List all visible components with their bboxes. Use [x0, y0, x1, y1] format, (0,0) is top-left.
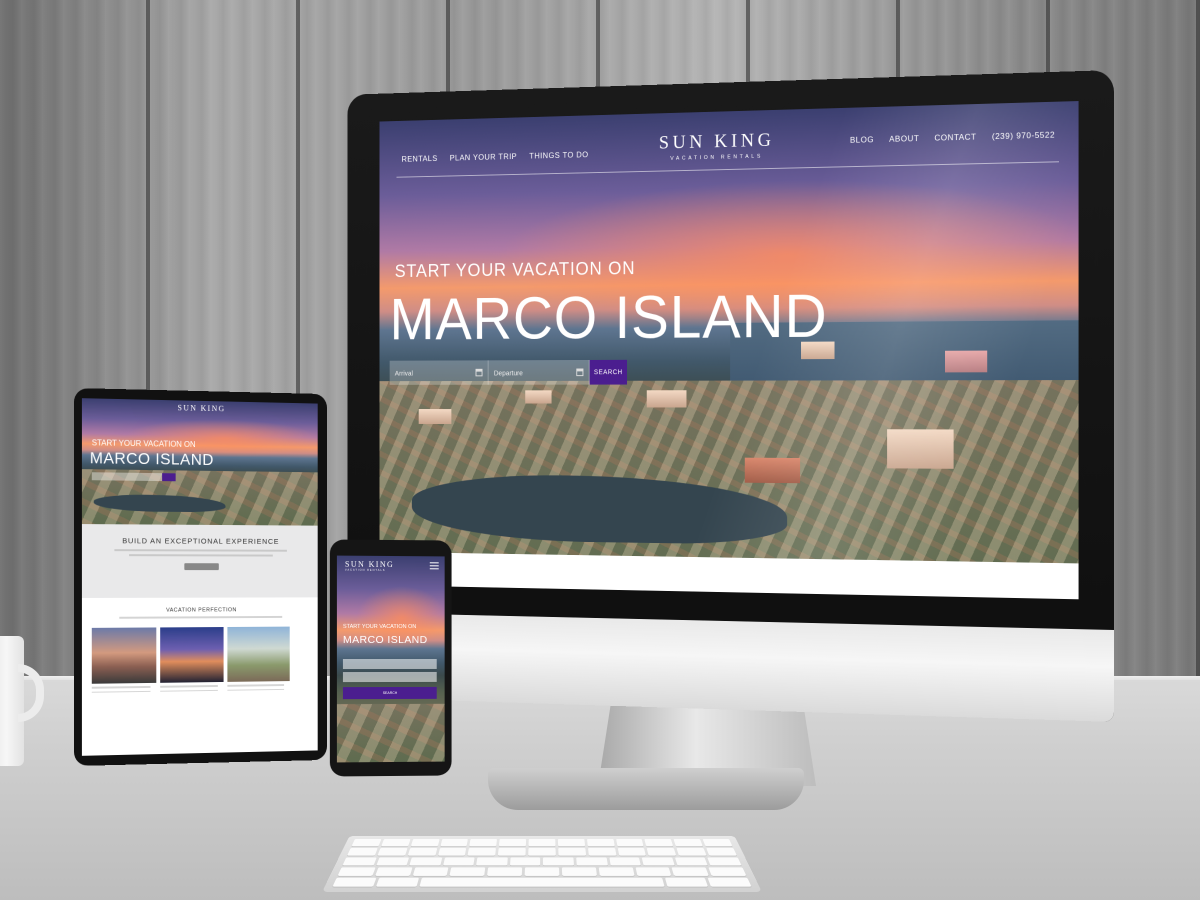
- phone-nav-bar: SUN KING VACATION RENTALS: [337, 556, 445, 577]
- keyboard-row: [338, 867, 747, 876]
- text-placeholder-line: [119, 616, 282, 618]
- hero-headline: MARCO ISLAND: [90, 450, 214, 470]
- hero-island-town: [337, 704, 445, 762]
- hero-headline: MARCO ISLAND: [343, 634, 428, 646]
- booking-search-bar: [92, 472, 176, 481]
- calendar-icon: [576, 369, 583, 377]
- feature-card[interactable]: [92, 627, 157, 692]
- vacation-perfection-section: VACATION PERFECTION: [82, 597, 318, 755]
- text-placeholder-line: [160, 689, 218, 691]
- calendar-icon: [476, 369, 483, 377]
- nav-link-about[interactable]: ABOUT: [889, 133, 919, 144]
- hero-headline: MARCO ISLAND: [390, 281, 828, 353]
- text-placeholder-line: [160, 685, 218, 687]
- nav-link-rentals[interactable]: RENTALS: [402, 153, 438, 163]
- text-placeholder-line: [227, 688, 284, 690]
- text-placeholder-line: [114, 549, 287, 552]
- logo-wordmark: SUN KING: [345, 560, 394, 569]
- text-placeholder-line: [92, 690, 151, 692]
- arrival-date-field[interactable]: [343, 659, 437, 669]
- logo-wordmark: SUN KING: [178, 403, 226, 413]
- desktop-monitor: RENTALS PLAN YOUR TRIP THINGS TO DO SUN …: [347, 70, 1114, 722]
- hero-eyebrow: START YOUR VACATION ON: [343, 624, 416, 630]
- experience-button[interactable]: [184, 563, 218, 570]
- nav-phone-link[interactable]: (239) 970-5522: [992, 130, 1055, 142]
- experience-section-title: BUILD AN EXCEPTIONAL EXPERIENCE: [82, 536, 318, 546]
- feature-card-image: [92, 627, 157, 683]
- hero-eyebrow: START YOUR VACATION ON: [92, 438, 196, 449]
- text-placeholder-line: [227, 684, 284, 686]
- tablet-hero: SUN KING START YOUR VACATION ON MARCO IS…: [82, 398, 318, 525]
- arrival-placeholder: Arrival: [395, 369, 413, 377]
- hero-eyebrow: START YOUR VACATION ON: [395, 259, 636, 283]
- keyboard-row: [352, 839, 733, 846]
- logo-wordmark: SUN KING: [659, 129, 775, 154]
- keyboard-row: [347, 848, 737, 856]
- departure-date-field[interactable]: Departure: [489, 360, 590, 385]
- search-button[interactable]: SEARCH: [343, 687, 437, 699]
- nav-link-contact[interactable]: CONTACT: [934, 132, 976, 143]
- phone-device: SUN KING VACATION RENTALS START YOUR VAC…: [330, 539, 452, 776]
- nav-link-blog[interactable]: BLOG: [850, 134, 874, 144]
- arrival-date-field[interactable]: Arrival: [390, 360, 489, 385]
- booking-search-bar: Arrival Departure SEARCH: [390, 360, 627, 385]
- sun-king-logo[interactable]: SUN KING: [178, 403, 226, 413]
- feature-card[interactable]: [227, 627, 289, 691]
- search-button[interactable]: [162, 473, 176, 481]
- feature-card-image: [160, 627, 223, 683]
- tablet-device: SUN KING START YOUR VACATION ON MARCO IS…: [74, 388, 327, 766]
- experience-section: BUILD AN EXCEPTIONAL EXPERIENCE: [82, 524, 318, 598]
- departure-date-field[interactable]: [343, 672, 437, 682]
- keyboard-row: [332, 878, 751, 887]
- feature-card-image: [227, 627, 289, 682]
- monitor-stand-foot: [488, 768, 804, 810]
- feature-card[interactable]: [160, 627, 223, 692]
- nav-link-things-to-do[interactable]: THINGS TO DO: [529, 150, 588, 161]
- arrival-date-field[interactable]: [92, 472, 127, 480]
- phone-website-screen: SUN KING VACATION RENTALS START YOUR VAC…: [337, 556, 445, 763]
- departure-date-field[interactable]: [127, 473, 162, 481]
- text-placeholder-line: [92, 686, 151, 688]
- nav-link-plan-your-trip[interactable]: PLAN YOUR TRIP: [450, 151, 517, 162]
- desktop-website-screen: RENTALS PLAN YOUR TRIP THINGS TO DO SUN …: [379, 101, 1078, 599]
- search-button[interactable]: SEARCH: [590, 360, 627, 385]
- sun-king-logo[interactable]: SUN KING VACATION RENTALS: [659, 129, 775, 162]
- hamburger-menu-icon[interactable]: [430, 562, 439, 569]
- sun-king-logo[interactable]: SUN KING VACATION RENTALS: [345, 560, 394, 572]
- keyboard-row: [342, 857, 741, 865]
- departure-placeholder: Departure: [494, 368, 523, 377]
- wireless-keyboard: [322, 836, 762, 892]
- vacation-section-title: VACATION PERFECTION: [82, 607, 318, 614]
- feature-cards: [92, 627, 290, 693]
- logo-tagline: VACATION RENTALS: [345, 569, 394, 572]
- tablet-website-screen: SUN KING START YOUR VACATION ON MARCO IS…: [82, 398, 318, 756]
- logo-tagline: VACATION RENTALS: [659, 153, 775, 162]
- text-placeholder-line: [129, 554, 273, 556]
